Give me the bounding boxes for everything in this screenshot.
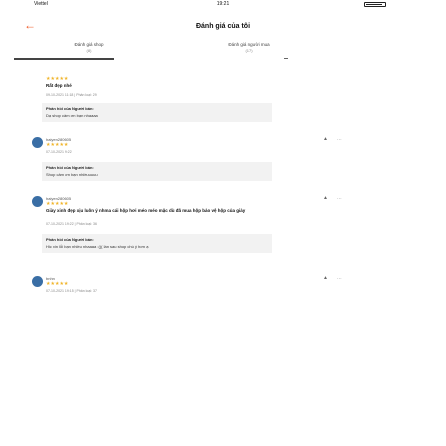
tab-label: Đánh giá người mua xyxy=(228,42,270,47)
seller-reply: Phản hồi của Người bán: Dạ shop cảm ơn b… xyxy=(42,103,272,122)
more-options-icon[interactable]: ⋯ xyxy=(337,196,342,202)
review-content: Giày xinh đẹp xịu luôn ý nhma cái hộp hơ… xyxy=(46,208,246,213)
reply-title: Phản hồi của Người bán: xyxy=(46,165,94,170)
reply-content: Shop cảm ơn bạn nhiềuuuuu xyxy=(46,172,98,177)
tab-label: Đánh giá shop xyxy=(74,42,104,47)
seller-reply: Phản hồi của Người bán: Shop cảm ơn bạn … xyxy=(42,162,272,181)
more-options-icon[interactable]: ⋯ xyxy=(337,276,342,282)
seller-reply: Phản hồi của Người bán: Hic xin lỗi bạn … xyxy=(42,234,272,253)
rating-stars: ★★★★★ xyxy=(46,281,69,287)
more-options-icon[interactable]: ⋯ xyxy=(337,137,342,143)
review-content: Rất đẹp nhé xyxy=(46,83,72,88)
reply-content: Dạ shop cảm ơn bạn nhaaaa xyxy=(46,113,98,118)
reply-title: Phản hồi của Người bán: xyxy=(46,237,94,242)
reply-content: Hic xin lỗi bạn nhiều nhaaaa :((( lần sa… xyxy=(46,244,149,249)
tab-divider xyxy=(284,58,288,59)
avatar xyxy=(32,196,43,207)
rating-stars: ★★★★★ xyxy=(46,201,69,207)
avatar xyxy=(32,137,43,148)
page-title: Đánh giá của tôi xyxy=(195,23,251,30)
review-meta: 09-10-2021 11:18 | Phân loại: 29 xyxy=(46,93,97,97)
rating-stars: ★★★★★ xyxy=(46,76,69,82)
tab-shop-reviews[interactable]: Đánh giá shop (8) xyxy=(14,42,164,53)
rating-stars: ★★★★★ xyxy=(46,142,69,148)
review-meta: 07-10-2021 19:15 | Phân loại: 37 xyxy=(46,289,97,293)
like-icon[interactable]: ▲ xyxy=(323,276,328,281)
app-header: ← Đánh giá của tôi xyxy=(0,10,446,40)
battery-icon xyxy=(364,2,386,7)
review-meta: 07-10-2021 9:22 xyxy=(46,150,72,154)
tab-bar: Đánh giá shop (8) Đánh giá người mua (17… xyxy=(14,42,344,72)
avatar xyxy=(32,276,43,287)
reply-title: Phản hồi của Người bán: xyxy=(46,106,94,111)
like-icon[interactable]: ▲ xyxy=(323,196,328,201)
tab-buyer-reviews[interactable]: Đánh giá người mua (17) xyxy=(174,42,324,53)
status-bar: Viettel 19:21 xyxy=(0,0,446,10)
like-icon[interactable]: ▲ xyxy=(323,137,328,142)
tab-count: (8) xyxy=(86,48,92,53)
tab-count: (17) xyxy=(245,48,253,53)
review-meta: 07-10-2021 19:22 | Phân loại: 36 xyxy=(46,222,97,226)
active-tab-indicator xyxy=(14,58,114,60)
